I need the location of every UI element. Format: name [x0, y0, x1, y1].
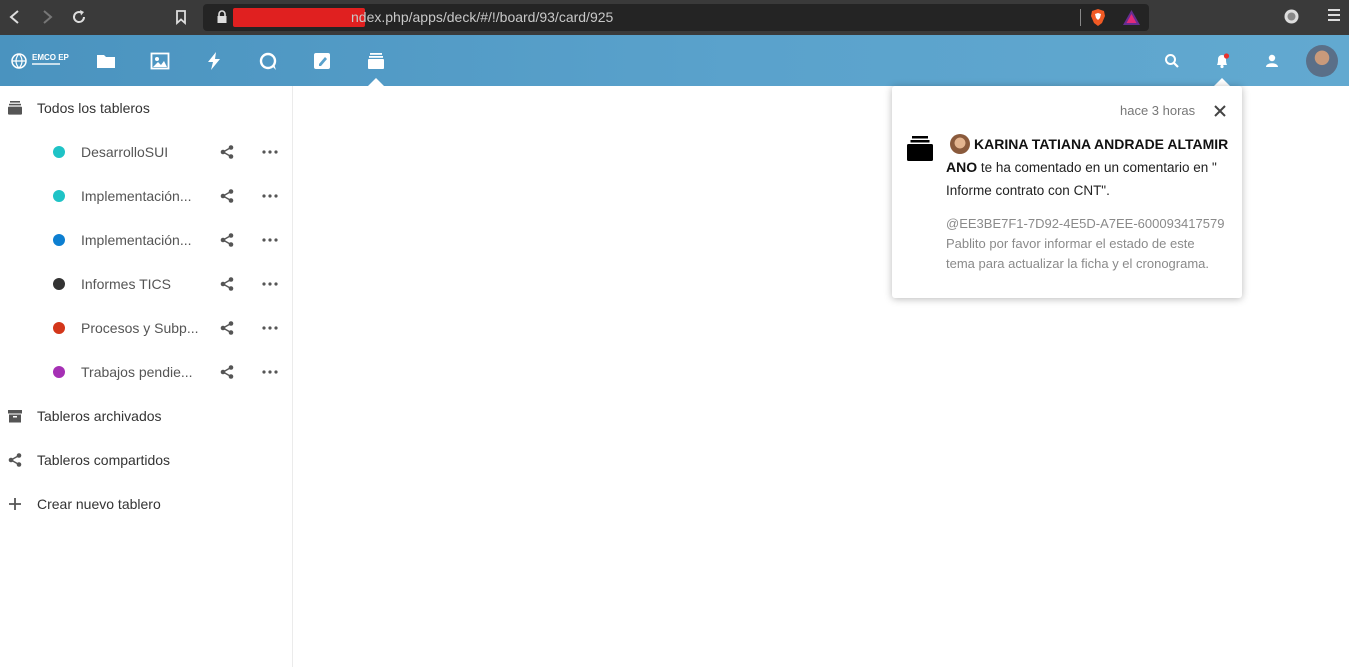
share-icon[interactable]: [219, 144, 235, 160]
files-icon[interactable]: [95, 50, 117, 72]
notification-user[interactable]: KARINA TATIANA ANDRADE ALTAMIR: [974, 136, 1228, 152]
active-app-indicator: [368, 78, 384, 86]
url-text: ndex.php/apps/deck/#/!/board/93/card/925: [351, 9, 614, 25]
board-item[interactable]: Implementación...: [0, 174, 292, 218]
message-line: Pablito por favor informar el estado de …: [946, 236, 1195, 251]
board-item[interactable]: Informes TICS: [0, 262, 292, 306]
rewards-icon[interactable]: [1122, 9, 1141, 26]
board-label: Informes TICS: [81, 276, 171, 292]
talk-icon[interactable]: [257, 50, 279, 72]
lock-icon: [217, 10, 227, 23]
share-icon[interactable]: [219, 364, 235, 380]
sidebar: Todos los tableros DesarrolloSUI Impleme…: [0, 86, 293, 667]
plus-icon: [9, 498, 21, 510]
back-icon[interactable]: [5, 7, 25, 27]
sidebar-item-label: Tableros compartidos: [37, 452, 171, 468]
browser-menu-icon[interactable]: [1327, 7, 1341, 28]
extension-icon[interactable]: [1283, 8, 1300, 25]
board-color-dot: [53, 278, 65, 290]
address-bar[interactable]: ndex.php/apps/deck/#/!/board/93/card/925: [203, 4, 1149, 31]
sidebar-item-create-board[interactable]: Crear nuevo tablero: [0, 482, 292, 526]
more-options-icon[interactable]: [262, 238, 278, 242]
board-color-dot: [53, 190, 65, 202]
more-options-icon[interactable]: [262, 370, 278, 374]
contacts-icon[interactable]: [1263, 52, 1281, 70]
photos-icon[interactable]: [149, 50, 171, 72]
more-options-icon[interactable]: [262, 282, 278, 286]
deck-icon[interactable]: [365, 50, 387, 72]
separator: [1080, 9, 1081, 26]
share-icon[interactable]: [219, 188, 235, 204]
app-header: EMCO EP: [0, 35, 1349, 86]
close-icon[interactable]: [1212, 103, 1228, 119]
notification-popover: hace 3 horas KARINA TATIANA ANDRADE ALTA…: [892, 86, 1242, 298]
notifications-icon[interactable]: [1213, 52, 1231, 70]
notification-message: @EE3BE7F1-7D92-4E5D-A7EE-600093417579 Pa…: [946, 214, 1238, 274]
board-label: Implementación...: [81, 188, 192, 204]
logo-text: EMCO EP: [32, 53, 69, 62]
forward-icon[interactable]: [37, 7, 57, 27]
board-item[interactable]: DesarrolloSUI: [0, 130, 292, 174]
user-avatar[interactable]: [1306, 45, 1338, 77]
deck-icon: [907, 136, 933, 161]
notification-pointer: [1214, 78, 1230, 86]
share-icon[interactable]: [219, 276, 235, 292]
message-line: @EE3BE7F1-7D92-4E5D-A7EE-600093417579: [946, 216, 1225, 231]
sidebar-item-label: Crear nuevo tablero: [37, 496, 161, 512]
board-label: DesarrolloSUI: [81, 144, 169, 160]
board-label: Trabajos pendie...: [81, 364, 193, 380]
message-line: tema para actualizar la ficha y el crono…: [946, 256, 1210, 271]
redacted-host: [233, 8, 365, 27]
notification-user-continued[interactable]: ANO: [946, 159, 977, 175]
more-options-icon[interactable]: [262, 326, 278, 330]
browser-toolbar: ndex.php/apps/deck/#/!/board/93/card/925: [0, 0, 1349, 35]
reload-icon[interactable]: [69, 7, 89, 27]
sidebar-item-label: Tableros archivados: [37, 408, 162, 424]
globe-icon: [11, 53, 27, 69]
archive-icon: [8, 410, 22, 423]
share-icon[interactable]: [219, 232, 235, 248]
board-color-dot: [53, 146, 65, 158]
board-item[interactable]: Procesos y Subp...: [0, 306, 292, 350]
board-color-dot: [53, 322, 65, 334]
sidebar-item-label: Todos los tableros: [37, 100, 150, 116]
deck-icon: [8, 101, 22, 115]
notes-icon[interactable]: [311, 50, 333, 72]
sidebar-item-shared[interactable]: Tableros compartidos: [0, 438, 292, 482]
brave-shield-icon[interactable]: [1089, 8, 1107, 27]
board-label: Implementación...: [81, 232, 192, 248]
notification-card[interactable]: Informe contrato con CNT".: [946, 183, 1110, 198]
board-item[interactable]: Implementación...: [0, 218, 292, 262]
activity-icon[interactable]: [203, 50, 225, 72]
bookmark-icon[interactable]: [171, 7, 191, 27]
board-color-dot: [53, 366, 65, 378]
board-label: Procesos y Subp...: [81, 320, 199, 336]
sidebar-item-all-boards[interactable]: Todos los tableros: [0, 86, 292, 130]
more-options-icon[interactable]: [262, 150, 278, 154]
notification-text: KARINA TATIANA ANDRADE ALTAMIR ANO te ha…: [946, 133, 1234, 202]
logo[interactable]: EMCO EP: [10, 52, 69, 70]
sidebar-item-archived[interactable]: Tableros archivados: [0, 394, 292, 438]
board-color-dot: [53, 234, 65, 246]
logo-subtitle: [32, 63, 60, 65]
search-icon[interactable]: [1163, 52, 1181, 70]
notification-action: te ha comentado en un comentario en ": [977, 160, 1217, 175]
share-icon[interactable]: [219, 320, 235, 336]
share-icon: [8, 453, 22, 467]
more-options-icon[interactable]: [262, 194, 278, 198]
board-item[interactable]: Trabajos pendie...: [0, 350, 292, 394]
notification-time: hace 3 horas: [1120, 103, 1196, 118]
